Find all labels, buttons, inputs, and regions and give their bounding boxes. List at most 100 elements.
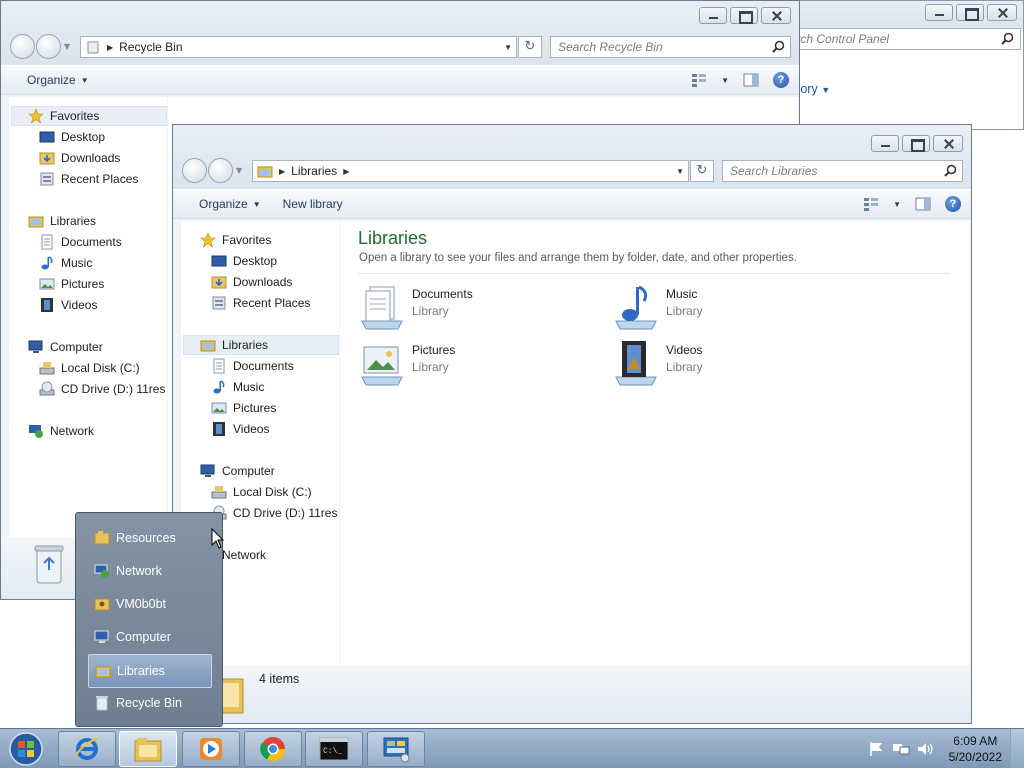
recycle-bin-close-button[interactable]	[761, 7, 791, 24]
nav-downloads[interactable]: Downloads	[39, 148, 120, 168]
control-panel-close-button[interactable]	[987, 4, 1017, 21]
help-icon[interactable]: ?	[773, 72, 789, 88]
breadcrumb-arrow-icon[interactable]: ▶	[279, 167, 285, 176]
search-icon[interactable]	[944, 164, 957, 177]
library-music[interactable]: Music Library	[612, 283, 703, 331]
nav-computer[interactable]: Computer	[200, 461, 275, 481]
change-view-icon[interactable]	[863, 197, 879, 211]
libraries-maximize-button[interactable]	[902, 135, 930, 152]
nav-pictures[interactable]: Pictures	[211, 398, 276, 418]
nav-desktop-label: Desktop	[61, 130, 106, 144]
breadcrumb-arrow-icon[interactable]: ▶	[107, 43, 113, 52]
nav-local-disk[interactable]: Local Disk (C:)	[39, 358, 140, 378]
nav-recent-places[interactable]: Recent Places	[39, 169, 138, 189]
nav-documents[interactable]: Documents	[211, 356, 294, 376]
nav-videos[interactable]: Videos	[39, 295, 97, 315]
libraries-refresh-button[interactable]: ↻	[690, 160, 714, 182]
library-pictures[interactable]: Pictures Library	[358, 339, 455, 387]
recent-pages-dropdown[interactable]: ▼	[236, 166, 242, 175]
view-options-dropdown-icon[interactable]: ▼	[721, 76, 729, 85]
organize-button[interactable]: Organize ▼	[19, 73, 97, 87]
show-desktop-button[interactable]	[1010, 729, 1024, 768]
control-panel-restore-button[interactable]	[956, 4, 984, 21]
nav-music[interactable]: Music	[211, 377, 264, 397]
nav-desktop[interactable]: Desktop	[211, 251, 277, 271]
videos-icon	[213, 422, 225, 436]
recycle-bin-restore-button[interactable]	[730, 7, 758, 24]
address-history-dropdown-icon[interactable]: ▼	[676, 167, 684, 176]
address-history-dropdown-icon[interactable]: ▼	[504, 43, 512, 52]
network-status-icon[interactable]	[892, 741, 910, 757]
taskbar-command-prompt[interactable]: C:\_	[305, 731, 363, 767]
nav-downloads[interactable]: Downloads	[211, 272, 292, 292]
start-button[interactable]	[6, 731, 46, 767]
jump-list-item-resources[interactable]: Resources	[88, 523, 212, 553]
library-videos[interactable]: Videos Library	[612, 339, 703, 387]
libraries-window[interactable]: ▼ ▶ Libraries ▶ ▼ ↻ Search Libraries Org…	[172, 124, 972, 724]
help-icon[interactable]: ?	[945, 196, 961, 212]
control-panel-minimize-button[interactable]	[925, 4, 953, 21]
organize-button[interactable]: Organize ▼	[191, 197, 269, 211]
nav-libraries[interactable]: Libraries	[28, 211, 96, 231]
back-button[interactable]	[182, 158, 207, 183]
pictures-icon	[211, 402, 227, 414]
view-options-dropdown-icon[interactable]: ▼	[893, 200, 901, 209]
libraries-address-text: Libraries	[291, 164, 338, 178]
libraries-minimize-button[interactable]	[871, 135, 899, 152]
forward-button[interactable]	[208, 158, 233, 183]
system-clock[interactable]: 6:09 AM 5/20/2022	[949, 733, 1002, 765]
nav-local-disk[interactable]: Local Disk (C:)	[211, 482, 312, 502]
volume-icon[interactable]	[916, 741, 934, 757]
jump-list-item-network[interactable]: Network	[88, 556, 212, 586]
nav-network[interactable]: Network	[28, 421, 94, 441]
taskbar-control-panel[interactable]	[367, 731, 425, 767]
recycle-bin-refresh-button[interactable]: ↻	[518, 36, 542, 58]
nav-computer[interactable]: Computer	[28, 337, 103, 357]
jump-list-item-computer[interactable]: Computer	[88, 622, 212, 652]
libraries-view-controls: ▼ ?	[863, 196, 961, 212]
search-icon[interactable]	[772, 40, 785, 53]
local-disk-icon	[211, 486, 227, 499]
taskbar-internet-explorer[interactable]	[58, 731, 116, 767]
taskbar-windows-media-player[interactable]	[182, 731, 240, 767]
libraries-search-box[interactable]: Search Libraries	[722, 160, 963, 182]
nav-pictures[interactable]: Pictures	[39, 274, 104, 294]
libraries-address-bar[interactable]: ▶ Libraries ▶ ▼	[252, 160, 689, 182]
nav-documents[interactable]: Documents	[39, 232, 122, 252]
recycle-bin-address-bar[interactable]: ▶ Recycle Bin ▼	[80, 36, 517, 58]
new-library-button[interactable]: New library	[275, 197, 351, 211]
control-panel-search-box[interactable]: Search Control Panel	[781, 28, 1021, 50]
jump-list-item-recycle-bin[interactable]: Recycle Bin	[88, 688, 212, 718]
nav-recent-places[interactable]: Recent Places	[211, 293, 310, 313]
recycle-bin-minimize-button[interactable]	[699, 7, 727, 24]
nav-cd-drive[interactable]: CD Drive (D:) 11res	[39, 379, 165, 399]
nav-favorites[interactable]: Favorites	[200, 230, 271, 250]
media-player-icon	[200, 738, 222, 760]
control-panel-window[interactable]: Search Control Panel Category ▼	[780, 0, 1024, 130]
control-panel-caption-buttons	[925, 4, 1017, 21]
recent-places-icon	[40, 172, 54, 186]
nav-desktop[interactable]: Desktop	[39, 127, 105, 147]
recycle-bin-search-box[interactable]: Search Recycle Bin	[550, 36, 791, 58]
search-icon[interactable]	[1001, 32, 1014, 45]
taskbar-windows-explorer[interactable]	[119, 731, 177, 767]
jump-list-item-libraries[interactable]: Libraries	[88, 654, 212, 688]
nav-videos[interactable]: Videos	[211, 419, 269, 439]
nav-cd-drive[interactable]: CD Drive (D:) 11res	[211, 503, 337, 523]
forward-button[interactable]	[36, 34, 61, 59]
preview-pane-icon[interactable]	[743, 73, 759, 87]
nav-libraries[interactable]: Libraries	[183, 335, 339, 355]
libraries-close-button[interactable]	[933, 135, 963, 152]
nav-favorites[interactable]: Favorites	[11, 106, 167, 126]
action-center-flag-icon[interactable]	[868, 741, 886, 757]
recent-pages-dropdown[interactable]: ▼	[64, 42, 70, 51]
library-documents[interactable]: Documents Library	[358, 283, 473, 331]
nav-music[interactable]: Music	[39, 253, 92, 273]
preview-pane-icon[interactable]	[915, 197, 931, 211]
breadcrumb-arrow-icon[interactable]: ▶	[343, 167, 349, 176]
nav-recent-places-label: Recent Places	[233, 296, 311, 310]
change-view-icon[interactable]	[691, 73, 707, 87]
jump-list-item-vm0b0bt[interactable]: VM0b0bt	[88, 589, 212, 619]
taskbar-google-chrome[interactable]	[244, 731, 302, 767]
back-button[interactable]	[10, 34, 35, 59]
